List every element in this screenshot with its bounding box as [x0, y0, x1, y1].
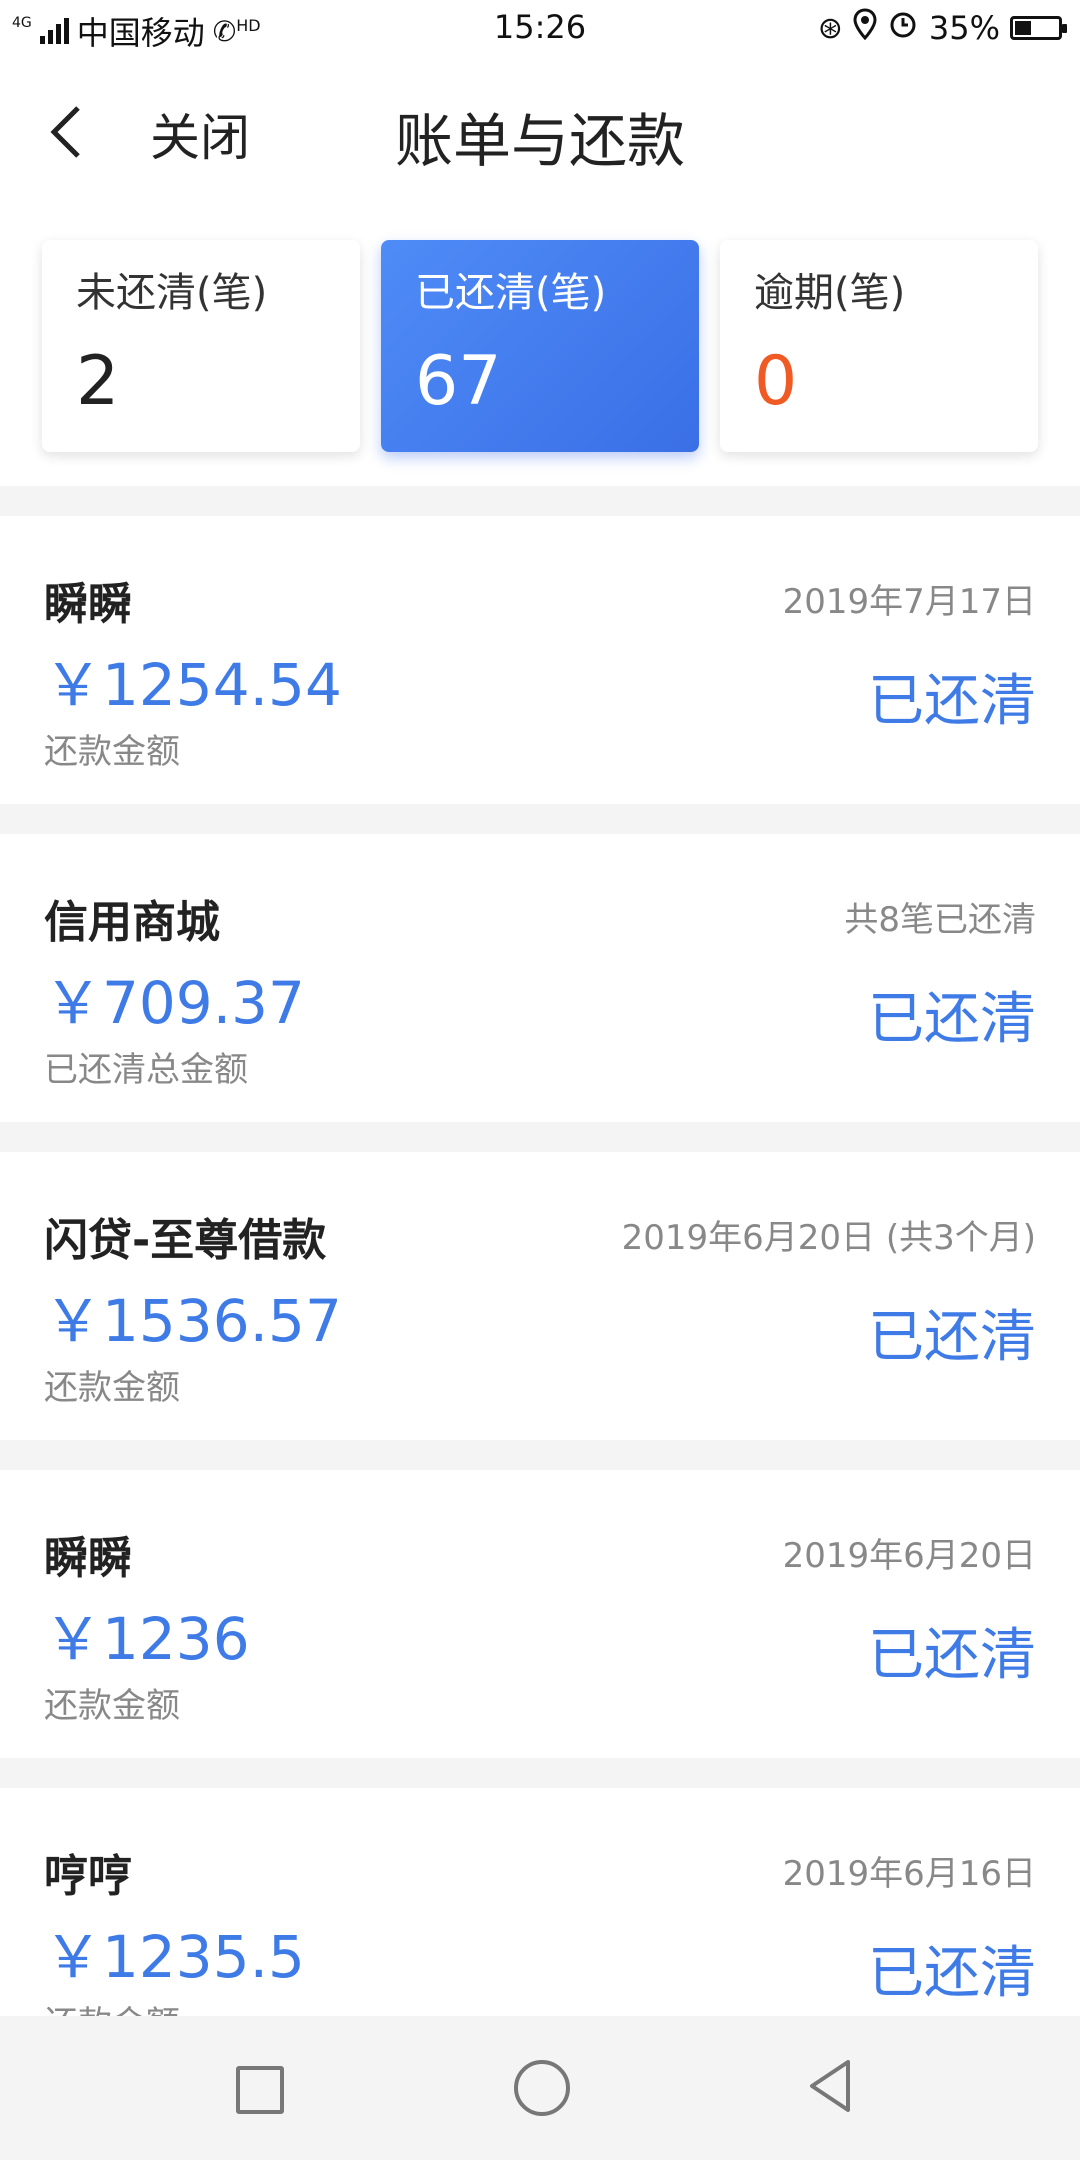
bill-date: 2019年6月20日 — [782, 1536, 1036, 1576]
lock-rotation-icon: ⊛ — [817, 10, 843, 46]
bill-status: 已还清 — [868, 987, 1036, 1052]
stat-label: 逾期(笔) — [754, 270, 906, 316]
bill-amount-label: 还款金额 — [44, 1368, 180, 1408]
bill-name: 信用商城 — [44, 897, 220, 948]
bill-status: 已还清 — [868, 1941, 1036, 2006]
stat-card-overdue[interactable]: 逾期(笔) 0 — [720, 240, 1038, 452]
bill-amount: ￥1254.54 — [44, 651, 342, 719]
bill-amount: ￥1536.57 — [44, 1287, 342, 1355]
bill-status: 已还清 — [868, 1623, 1036, 1688]
battery-percent: 35% — [928, 9, 1000, 47]
battery-icon — [1010, 16, 1067, 40]
bill-date: 2019年6月16日 — [782, 1854, 1036, 1894]
bill-name: 哼哼 — [44, 1851, 132, 1902]
bill-date: 共8笔已还清 — [844, 900, 1036, 940]
bill-item[interactable]: 信用商城 ￥709.37 已还清总金额 共8笔已还清 已还清 — [0, 834, 1080, 1122]
bill-item[interactable]: 瞬瞬 ￥1254.54 还款金额 2019年7月17日 已还清 — [0, 516, 1080, 804]
home-icon[interactable] — [514, 2060, 570, 2116]
bill-amount: ￥1236 — [44, 1605, 250, 1673]
bill-name: 瞬瞬 — [44, 1533, 132, 1584]
location-icon — [853, 8, 877, 48]
bill-amount-label: 已还清总金额 — [44, 1050, 248, 1090]
bill-date: 2019年6月20日 (共3个月) — [621, 1218, 1036, 1258]
bill-status: 已还清 — [868, 1305, 1036, 1370]
stat-label: 已还清(笔) — [415, 270, 607, 316]
bill-list: 瞬瞬 ￥1254.54 还款金额 2019年7月17日 已还清 信用商城 ￥70… — [0, 516, 1080, 2106]
stat-value: 0 — [754, 342, 798, 421]
bill-amount: ￥709.37 — [44, 969, 305, 1037]
stat-value: 67 — [415, 342, 502, 421]
bill-name: 闪贷-至尊借款 — [44, 1215, 327, 1266]
stat-card-unpaid[interactable]: 未还清(笔) 2 — [42, 240, 360, 452]
bill-amount-label: 还款金额 — [44, 732, 180, 772]
nav-bar: 关闭 账单与还款 — [0, 56, 1080, 206]
bill-item[interactable]: 闪贷-至尊借款 ￥1536.57 还款金额 2019年6月20日 (共3个月) … — [0, 1152, 1080, 1440]
stat-value: 2 — [76, 342, 120, 421]
stat-label: 未还清(笔) — [76, 270, 268, 316]
bill-amount-label: 还款金额 — [44, 1686, 180, 1726]
bill-name: 瞬瞬 — [44, 579, 132, 630]
recent-apps-icon[interactable] — [236, 2066, 284, 2114]
bill-date: 2019年7月17日 — [782, 582, 1036, 622]
status-bar: 4G 中国移动 ✆HD 15:26 ⊛ 35% — [0, 0, 1080, 56]
alarm-icon — [887, 8, 919, 48]
bill-amount: ￥1235.5 — [44, 1923, 305, 1991]
bill-item[interactable]: 瞬瞬 ￥1236 还款金额 2019年6月20日 已还清 — [0, 1470, 1080, 1758]
stat-card-paid[interactable]: 已还清(笔) 67 — [381, 240, 699, 452]
status-right: ⊛ 35% — [817, 8, 1067, 48]
back-triangle-icon[interactable] — [806, 2058, 854, 2114]
summary-section: 未还清(笔) 2 已还清(笔) 67 逾期(笔) 0 — [0, 206, 1080, 486]
page-title: 账单与还款 — [394, 107, 685, 175]
system-nav-bar — [0, 2016, 1080, 2160]
bill-status: 已还清 — [868, 669, 1036, 734]
